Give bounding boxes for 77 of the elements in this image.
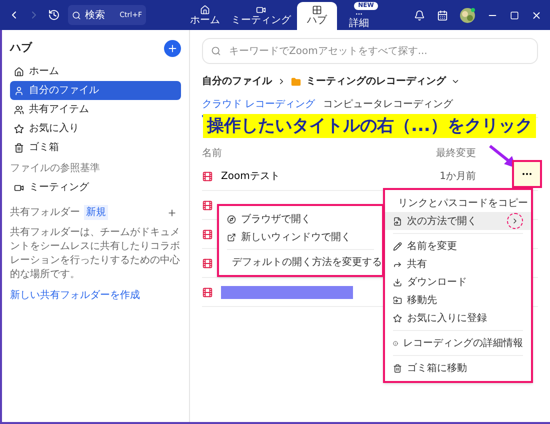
plus-icon — [167, 42, 178, 54]
calendar-icon[interactable] — [437, 10, 448, 20]
menu-item[interactable]: リンクとパスコードをコピー — [385, 194, 531, 212]
new-badge: 新規 — [84, 205, 108, 220]
history-icon[interactable] — [48, 9, 60, 21]
sidebar-item[interactable]: ゴミ箱 — [10, 138, 181, 157]
maximize-icon[interactable] — [510, 10, 519, 20]
menu-item[interactable]: 共有 — [385, 255, 531, 273]
video-file-icon — [202, 228, 213, 240]
search-icon — [72, 10, 81, 20]
video-icon — [256, 5, 266, 15]
home-icon — [14, 66, 24, 76]
external-link-icon — [227, 232, 236, 242]
add-button[interactable] — [164, 40, 181, 56]
folder-icon — [393, 296, 402, 304]
nav-tab[interactable]: 詳細 — [339, 10, 379, 30]
video-icon — [14, 182, 24, 192]
nav-tab[interactable]: ホーム — [185, 2, 225, 30]
create-folder-link[interactable]: 新しい共有フォルダーを作成 — [10, 288, 181, 303]
breadcrumb-folder: ミーティングのレコーディング — [306, 75, 446, 89]
video-file-icon — [202, 170, 213, 182]
pencil-icon — [393, 242, 402, 250]
menu-item[interactable]: お気に入りに登録 — [385, 309, 531, 327]
submenu-chevron[interactable] — [507, 213, 523, 229]
menu-item[interactable]: レコーディングの詳細情報 — [385, 334, 531, 352]
trash-icon — [14, 142, 24, 152]
menu-item[interactable]: 新しいウィンドウで開く — [219, 228, 382, 246]
menu-item[interactable]: 次の方法で開く — [385, 212, 531, 230]
sidebar-item[interactable]: ミーティング — [10, 178, 181, 197]
close-icon[interactable] — [531, 10, 542, 20]
video-file-icon — [202, 258, 213, 268]
folder-icon — [291, 76, 301, 86]
share-icon — [393, 260, 402, 268]
hub-icon — [312, 5, 322, 15]
nav-tab[interactable]: ミーティング — [227, 2, 295, 30]
menu-item[interactable]: ゴミ箱に移動 — [385, 359, 531, 377]
modified-date: 1か月前 — [440, 170, 476, 184]
menu-item[interactable]: デフォルトの開く方法を変更する — [219, 253, 382, 271]
menu-item[interactable]: 移動先 — [385, 291, 531, 309]
caret-icon[interactable] — [451, 77, 460, 86]
description-text: 共有フォルダーは、チームがドキュメントをシームレスに共有したりコラボレーションを行ったりするための中心的な場所です。 — [10, 226, 181, 282]
trash-icon — [393, 364, 402, 372]
more-button[interactable] — [512, 160, 542, 188]
search-icon — [211, 46, 221, 56]
column-header: 最終変更 — [436, 146, 476, 161]
sidebar-item[interactable]: ホーム — [10, 62, 181, 81]
tab[interactable]: コンピュータレコーディング — [323, 97, 454, 117]
file-name[interactable]: Zoomテスト — [221, 168, 280, 184]
annotation-callout: 操作したいタイトルの右（...）をクリック — [203, 114, 536, 138]
download-icon — [393, 278, 402, 286]
video-file-icon — [202, 200, 213, 210]
column-header: 名前 — [202, 147, 222, 161]
section-heading: 共有フォルダー — [10, 206, 80, 220]
sidebar-item[interactable]: 共有アイテム — [10, 100, 181, 119]
breadcrumb-link[interactable]: 自分のファイル — [202, 74, 272, 89]
menu-item[interactable]: 名前を変更 — [385, 237, 531, 255]
info-icon — [393, 338, 398, 348]
star-icon — [393, 314, 402, 322]
sidebar-item[interactable]: お気に入り — [10, 119, 181, 138]
chevron-icon — [277, 77, 286, 86]
plus-icon[interactable] — [167, 208, 177, 218]
section-heading: ファイルの参照基準 — [10, 162, 101, 176]
star-icon — [14, 124, 24, 134]
users-icon — [14, 104, 24, 114]
video-file-icon — [202, 286, 213, 298]
menu-item[interactable]: ブラウザで開く — [219, 210, 382, 228]
menu-item[interactable]: ダウンロード — [385, 273, 531, 291]
sidebar-title: ハブ — [10, 40, 32, 56]
user-icon — [14, 86, 24, 96]
nav-tab[interactable]: ハブ — [297, 2, 337, 30]
file-icon — [393, 216, 402, 226]
compass-icon — [227, 214, 236, 224]
bell-icon[interactable] — [414, 10, 425, 20]
sidebar-item[interactable]: 自分のファイル — [10, 81, 181, 100]
chevron-icon — [511, 217, 519, 225]
search-field[interactable]: キーワードでZoomアセットをすべて探す... — [202, 38, 538, 64]
home-icon — [200, 5, 210, 15]
